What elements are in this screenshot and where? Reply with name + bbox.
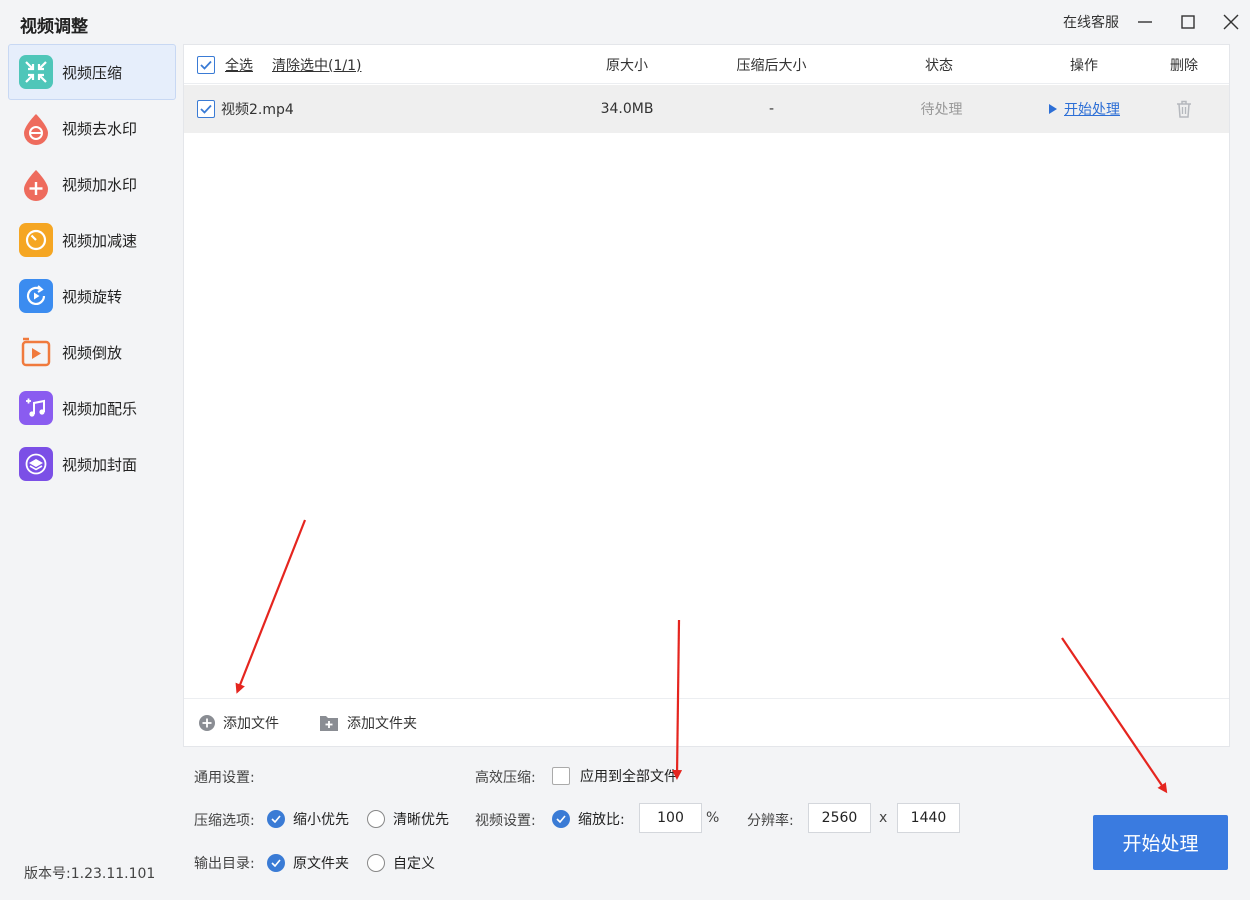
online-support-link[interactable]: 在线客服: [1058, 0, 1124, 44]
delete-button[interactable]: [1169, 85, 1199, 133]
efficient-compress-label: 高效压缩:: [475, 770, 536, 786]
clear-selected-link[interactable]: 清除选中(1/1): [272, 55, 361, 75]
remove-watermark-icon: [19, 111, 53, 145]
add-watermark-icon: [19, 167, 53, 201]
sidebar-item-add-watermark[interactable]: 视频加水印: [8, 156, 176, 212]
compress-options-label: 压缩选项:: [194, 813, 255, 829]
maximize-icon: [1181, 15, 1195, 29]
radio-clear-first[interactable]: 清晰优先: [367, 809, 449, 829]
col-compressed-size: 压缩后大小: [736, 57, 807, 74]
col-original-size: 原大小: [606, 57, 648, 74]
resolution-height-input[interactable]: 1440: [897, 803, 960, 833]
plus-circle-icon: [199, 714, 215, 731]
start-process-label: 开始处理: [1064, 102, 1120, 118]
settings-panel: 通用设置: 高效压缩: 应用到全部文件 压缩选项: 缩小优先 清晰优先 视频设置…: [183, 752, 1083, 892]
sidebar-item-music[interactable]: 视频加配乐: [8, 380, 176, 436]
select-all-checkbox[interactable]: [196, 45, 216, 84]
table-row: 视频2.mp4 34.0MB - 待处理 开始处理: [184, 85, 1229, 133]
times-label: x: [879, 810, 888, 826]
scale-label: 缩放比:: [578, 812, 625, 828]
radio-checked-icon: [552, 810, 570, 828]
check-icon: [200, 60, 212, 70]
reverse-icon: [19, 335, 53, 369]
col-action: 操作: [1070, 57, 1098, 74]
sidebar-item-label: 视频加配乐: [62, 399, 138, 418]
version-label: 版本号:1.23.11.101: [24, 866, 156, 882]
sidebar-item-label: 视频压缩: [62, 63, 123, 82]
minimize-icon: [1138, 21, 1152, 23]
check-icon: [200, 104, 212, 114]
sidebar: 视频压缩 视频去水印 视频加水印 视频加减速 视频旋转 视频倒放 视频加配乐 视…: [8, 44, 176, 492]
clear-selected: 清除选中(1/1): [272, 45, 382, 84]
sidebar-item-compress[interactable]: 视频压缩: [8, 44, 176, 100]
sidebar-item-label: 视频倒放: [62, 343, 123, 362]
row-checkbox[interactable]: [196, 85, 216, 133]
sidebar-item-remove-watermark[interactable]: 视频去水印: [8, 100, 176, 156]
table-header: 全选 清除选中(1/1) 原大小 压缩后大小 状态 操作 删除: [184, 45, 1229, 84]
status-text: 待处理: [920, 102, 963, 118]
apply-all-checkbox[interactable]: 应用到全部文件: [552, 766, 678, 786]
start-process-link[interactable]: 开始处理: [1034, 85, 1134, 133]
sidebar-item-cover[interactable]: 视频加封面: [8, 436, 176, 492]
radio-small-first[interactable]: 缩小优先: [267, 809, 349, 829]
sidebar-item-reverse[interactable]: 视频倒放: [8, 324, 176, 380]
play-icon: [1049, 104, 1057, 114]
start-processing-button[interactable]: 开始处理: [1093, 815, 1228, 870]
file-list-panel: 全选 清除选中(1/1) 原大小 压缩后大小 状态 操作 删除 视频2.mp4 …: [183, 44, 1230, 747]
close-button[interactable]: [1216, 0, 1246, 44]
resolution-width-input[interactable]: 2560: [808, 803, 871, 833]
sidebar-item-label: 视频旋转: [62, 287, 123, 306]
app-title: 视频调整: [20, 17, 88, 37]
minimize-button[interactable]: [1130, 0, 1160, 44]
sidebar-item-speed[interactable]: 视频加减速: [8, 212, 176, 268]
radio-custom-label: 自定义: [393, 856, 435, 872]
folder-plus-icon: [320, 715, 338, 731]
radio-empty-icon: [367, 810, 385, 828]
rotate-icon: [19, 279, 53, 313]
col-delete: 删除: [1170, 57, 1198, 74]
sidebar-item-label: 视频加封面: [62, 455, 138, 474]
percent-label: %: [706, 810, 720, 826]
radio-clear-label: 清晰优先: [393, 812, 449, 828]
maximize-button[interactable]: [1173, 0, 1203, 44]
radio-custom-folder[interactable]: 自定义: [367, 853, 435, 873]
close-icon: [1223, 14, 1239, 30]
col-status: 状态: [925, 57, 953, 74]
sidebar-item-label: 视频去水印: [62, 119, 138, 138]
add-folder-button[interactable]: 添加文件夹: [319, 713, 417, 733]
trash-icon: [1177, 100, 1191, 118]
title-bar: 视频调整 在线客服: [0, 0, 1250, 44]
sidebar-item-label: 视频加减速: [62, 231, 138, 250]
output-dir-label: 输出目录:: [194, 856, 255, 872]
speed-icon: [19, 223, 53, 257]
file-name: 视频2.mp4: [221, 102, 294, 118]
radio-checked-icon: [267, 810, 285, 828]
radio-small-label: 缩小优先: [293, 812, 349, 828]
general-settings-label: 通用设置:: [194, 770, 255, 786]
radio-empty-icon: [367, 854, 385, 872]
add-file-button[interactable]: 添加文件: [198, 713, 279, 733]
apply-all-label: 应用到全部文件: [580, 769, 678, 785]
music-icon: [19, 391, 53, 425]
sidebar-item-label: 视频加水印: [62, 175, 138, 194]
resolution-label: 分辨率:: [747, 813, 794, 829]
radio-original-folder[interactable]: 原文件夹: [267, 853, 349, 873]
video-settings-label: 视频设置:: [475, 813, 536, 829]
add-folder-label: 添加文件夹: [347, 715, 417, 732]
scale-toggle[interactable]: 缩放比:: [552, 809, 625, 829]
add-file-label: 添加文件: [223, 715, 279, 732]
sidebar-item-rotate[interactable]: 视频旋转: [8, 268, 176, 324]
radio-original-label: 原文件夹: [293, 856, 349, 872]
scale-input[interactable]: 100: [639, 803, 702, 833]
checkbox-box: [552, 767, 570, 785]
compressed-size: -: [768, 101, 775, 117]
cover-icon: [19, 447, 53, 481]
select-all-link[interactable]: 全选: [222, 45, 256, 84]
radio-checked-icon: [267, 854, 285, 872]
compress-icon: [19, 55, 53, 89]
add-files-bar: 添加文件 添加文件夹: [184, 698, 1229, 746]
original-size: 34.0MB: [600, 101, 654, 117]
